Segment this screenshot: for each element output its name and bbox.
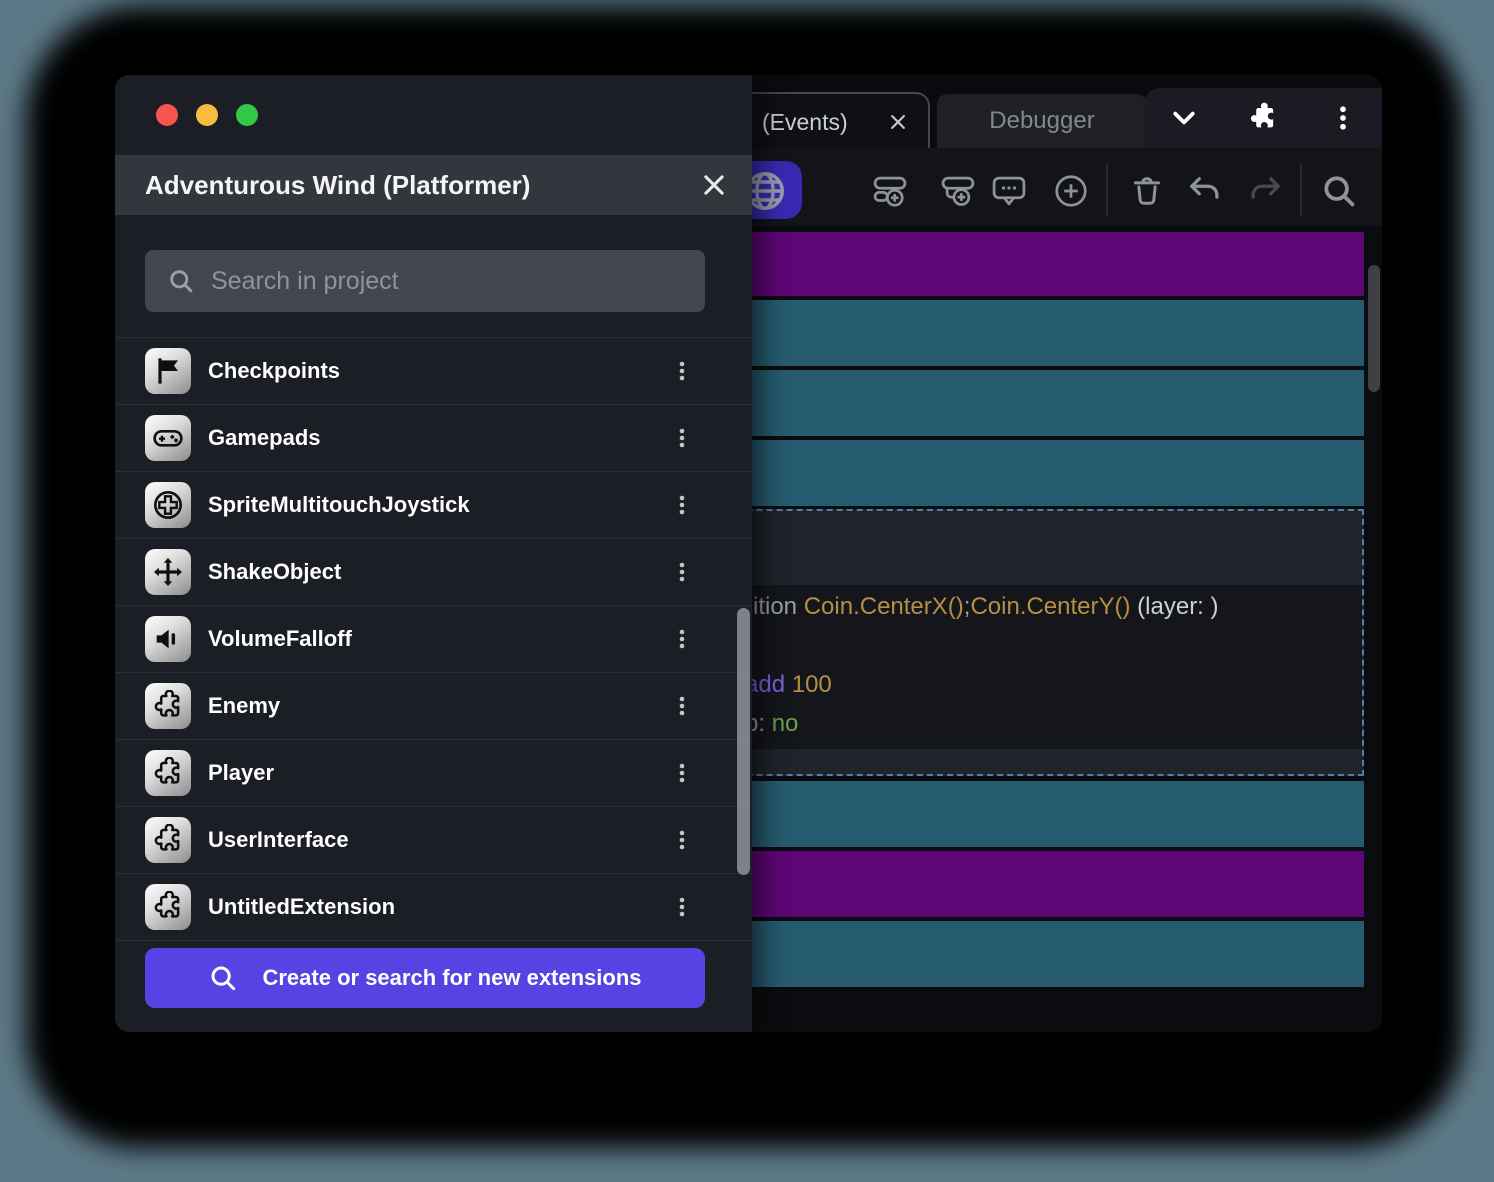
search-icon (167, 267, 195, 295)
list-item[interactable]: UserInterface (115, 806, 752, 873)
list-item-label: Gamepads (208, 405, 321, 471)
list-item-label: ShakeObject (208, 539, 341, 605)
list-item-label: UserInterface (208, 807, 349, 873)
project-manager-drawer: Adventurous Wind (Platformer) Checkpoint… (115, 75, 752, 1032)
minimize-window-button[interactable] (196, 104, 218, 126)
list-item[interactable]: UntitledExtension (115, 873, 752, 941)
toolbar-divider (1300, 163, 1302, 217)
event-action-line: p: no (745, 710, 798, 738)
extension-list: Checkpoints Gamepads SpriteMultitouchJoy… (115, 337, 752, 941)
speaker-icon (145, 616, 191, 662)
tab-debugger[interactable]: Debugger (937, 94, 1147, 148)
puzzle-icon (145, 817, 191, 863)
list-item[interactable]: SpriteMultitouchJoystick (115, 471, 752, 538)
gamepad-icon (145, 415, 191, 461)
add-comment-icon[interactable] (990, 172, 1028, 210)
overflow-menu-icon[interactable] (1328, 103, 1358, 133)
list-item-label: UntitledExtension (208, 874, 395, 940)
redo-icon[interactable] (1247, 172, 1285, 210)
events-scrollbar-thumb[interactable] (1368, 265, 1380, 392)
puzzle-icon (145, 884, 191, 930)
item-menu-icon[interactable] (670, 694, 694, 718)
close-window-button[interactable] (156, 104, 178, 126)
tab-events-label: (Events) (762, 109, 848, 136)
toolbar-divider (1106, 163, 1108, 217)
puzzle-icon (145, 750, 191, 796)
project-title: Adventurous Wind (Platformer) (145, 170, 530, 201)
list-item[interactable]: Gamepads (115, 404, 752, 471)
item-menu-icon[interactable] (670, 828, 694, 852)
tab-debugger-label: Debugger (989, 107, 1094, 135)
item-menu-icon[interactable] (670, 426, 694, 450)
undo-icon[interactable] (1185, 172, 1223, 210)
item-menu-icon[interactable] (670, 895, 694, 919)
add-circle-icon[interactable] (1052, 172, 1090, 210)
item-menu-icon[interactable] (670, 560, 694, 584)
extensions-puzzle-icon[interactable] (1247, 102, 1279, 134)
delete-trash-icon[interactable] (1128, 172, 1166, 210)
list-item-label: Checkpoints (208, 338, 340, 404)
close-tab-icon[interactable] (888, 112, 908, 132)
list-item[interactable]: Player (115, 739, 752, 806)
dpad-icon (145, 482, 191, 528)
event-action-line: add 100 (745, 671, 832, 699)
flag-icon (145, 348, 191, 394)
list-item[interactable]: Enemy (115, 672, 752, 739)
list-item-label: VolumeFalloff (208, 606, 352, 672)
search-icon (208, 963, 238, 993)
add-subevent-icon[interactable] (939, 172, 977, 210)
add-event-icon[interactable] (871, 172, 909, 210)
zoom-window-button[interactable] (236, 104, 258, 126)
create-extension-button[interactable]: Create or search for new extensions (145, 948, 705, 1008)
window-controls-cluster (1145, 88, 1382, 148)
list-item-label: SpriteMultitouchJoystick (208, 472, 470, 538)
project-search[interactable] (145, 250, 705, 312)
search-events-icon[interactable] (1320, 172, 1358, 210)
close-drawer-icon[interactable] (700, 171, 728, 199)
drawer-scrollbar-thumb[interactable] (737, 608, 750, 875)
move-arrows-icon (145, 549, 191, 595)
app-window: (Events) Debugger (115, 75, 1382, 1032)
search-input[interactable] (209, 266, 691, 297)
list-item-label: Enemy (208, 673, 280, 739)
item-menu-icon[interactable] (670, 493, 694, 517)
item-menu-icon[interactable] (670, 359, 694, 383)
event-action-line: ition Coin.CenterX();Coin.CenterY() (lay… (753, 593, 1219, 621)
list-item[interactable]: ShakeObject (115, 538, 752, 605)
item-menu-icon[interactable] (670, 627, 694, 651)
puzzle-icon (145, 683, 191, 729)
chevron-down-icon[interactable] (1169, 103, 1199, 133)
item-menu-icon[interactable] (670, 761, 694, 785)
drawer-header: Adventurous Wind (Platformer) (115, 155, 752, 215)
desktop: (Events) Debugger (0, 0, 1494, 1182)
create-extension-label: Create or search for new extensions (262, 965, 641, 991)
list-item[interactable]: Checkpoints (115, 337, 752, 404)
tab-events[interactable]: (Events) (740, 92, 930, 150)
list-item[interactable]: VolumeFalloff (115, 605, 752, 672)
list-item-label: Player (208, 740, 274, 806)
